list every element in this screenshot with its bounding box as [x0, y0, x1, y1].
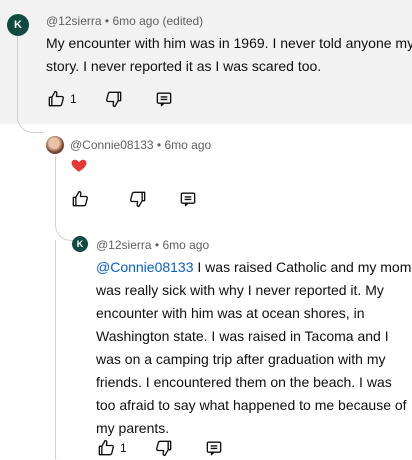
- thread-line: [17, 36, 44, 133]
- heart-emoji: [71, 159, 87, 172]
- thumbs-down-icon: [106, 91, 122, 108]
- meta-separator: •: [104, 14, 110, 28]
- avatar[interactable]: [46, 136, 64, 154]
- comment-timestamp: 6mo ago: [164, 138, 212, 152]
- comment-timestamp: 6mo ago: [162, 238, 210, 252]
- reply-icon: [206, 441, 222, 456]
- like-count: 1: [70, 92, 77, 106]
- thread-line: [55, 240, 57, 460]
- author-name[interactable]: @Connie08133: [70, 138, 154, 152]
- thumbs-up-icon: [72, 190, 88, 207]
- author-name[interactable]: @12sierra: [46, 14, 102, 28]
- like-count: 1: [120, 441, 127, 455]
- dislike-button[interactable]: [154, 438, 174, 458]
- reply-icon: [156, 92, 172, 107]
- comment-actions: 1: [96, 438, 236, 460]
- comment-body: I was raised Catholic and my mom was rea…: [96, 259, 412, 436]
- comment-actions: [70, 189, 210, 211]
- thumbs-down-icon: [156, 440, 172, 457]
- like-button[interactable]: 1: [96, 438, 127, 458]
- meta-separator: •: [154, 238, 160, 252]
- like-button[interactable]: 1: [46, 89, 77, 109]
- reply-button[interactable]: [154, 89, 174, 109]
- comment-text: My encounter with him was in 1969. I nev…: [46, 35, 412, 74]
- author-name[interactable]: @12sierra: [96, 238, 152, 252]
- reply-button[interactable]: [204, 438, 224, 458]
- dislike-button[interactable]: [128, 189, 148, 209]
- thumbs-down-icon: [130, 191, 146, 208]
- mention-link[interactable]: @Connie08133: [96, 259, 194, 275]
- comment-actions: 1: [46, 89, 186, 111]
- avatar[interactable]: K: [72, 236, 88, 252]
- like-button[interactable]: [70, 189, 90, 209]
- avatar[interactable]: K: [7, 14, 29, 36]
- reply-button[interactable]: [178, 189, 198, 209]
- comment-meta: @12sierra • 6mo ago: [96, 238, 209, 252]
- comment-meta: @12sierra • 6mo ago (edited): [46, 14, 203, 28]
- thumbs-up-icon: [98, 439, 114, 456]
- dislike-button[interactable]: [104, 89, 124, 109]
- thumbs-up-icon: [48, 90, 64, 107]
- meta-separator: •: [156, 138, 162, 152]
- reply-icon: [180, 192, 196, 207]
- comment-meta: @Connie08133 • 6mo ago: [70, 138, 211, 152]
- comment-text: @Connie08133 I was raised Catholic and m…: [96, 256, 412, 440]
- comment-timestamp: 6mo ago (edited): [112, 14, 204, 28]
